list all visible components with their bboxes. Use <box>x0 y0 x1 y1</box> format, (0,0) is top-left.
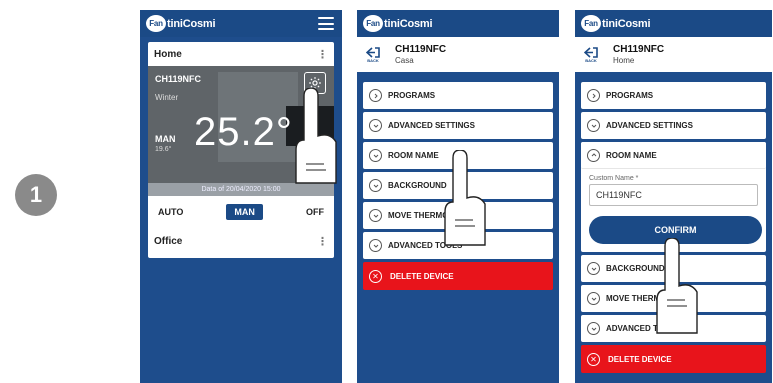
room-name-item[interactable]: ROOM NAME <box>581 142 766 169</box>
chevron-up-icon <box>587 148 600 162</box>
settings-list: PROGRAMS ADVANCED SETTINGS ROOM NAME Cus… <box>581 82 766 376</box>
programs-item[interactable]: PROGRAMS <box>581 82 766 109</box>
close-icon: ✕ <box>587 352 600 366</box>
device-title: CH119NFC <box>613 44 665 55</box>
move-thermostat-item[interactable]: MOVE THERMOSTAT <box>581 285 766 312</box>
gear-icon[interactable] <box>304 72 326 94</box>
logo-badge: Fan <box>363 15 383 32</box>
device-location: Casa <box>395 56 414 65</box>
office-group-header[interactable]: Office ⋮ <box>148 229 334 253</box>
season-label: Winter <box>155 93 179 102</box>
close-icon: ✕ <box>369 269 382 283</box>
back-label: BACK <box>367 57 379 63</box>
mode-short-label: MAN <box>155 134 176 144</box>
device-title: CH119NFC <box>395 44 447 55</box>
logo-text: tiniCosmi <box>602 17 651 30</box>
advanced-settings-item[interactable]: ADVANCED SETTINGS <box>581 112 766 139</box>
mode-auto-button[interactable]: AUTO <box>158 207 183 217</box>
home-group-header[interactable]: Home ⋮ <box>148 42 334 66</box>
item-label: ADVANCED TOOLS <box>388 241 463 250</box>
button-label: DELETE DEVICE <box>608 354 672 364</box>
mode-off-button[interactable]: OFF <box>306 207 324 217</box>
logo-text: tiniCosmi <box>384 17 433 30</box>
room-name-item[interactable]: ROOM NAME <box>363 142 553 169</box>
temperature-reading: 25.2° <box>194 110 293 154</box>
item-label: MOVE THERMOSTAT <box>388 211 469 220</box>
item-label: MOVE THERMOSTAT <box>606 294 687 303</box>
move-thermostat-item[interactable]: MOVE THERMOSTAT <box>363 202 553 229</box>
hamburger-menu-icon[interactable] <box>318 17 334 30</box>
logo-text: tiniCosmi <box>167 17 216 30</box>
group-title: Office <box>154 235 183 247</box>
kebab-menu-icon[interactable]: ⋮ <box>317 235 328 248</box>
button-label: DELETE DEVICE <box>390 271 454 281</box>
item-label: BACKGROUND <box>388 181 447 190</box>
item-label: ROOM NAME <box>388 151 439 160</box>
item-label: ROOM NAME <box>606 150 657 160</box>
item-label: ADVANCED TOOLS <box>606 324 681 333</box>
delete-device-button[interactable]: ✕ DELETE DEVICE <box>363 262 553 290</box>
logo-badge: Fan <box>581 15 601 32</box>
mode-selector: AUTO MAN OFF <box>148 196 334 228</box>
chevron-right-icon <box>587 89 600 102</box>
mode-man-button[interactable]: MAN <box>226 204 263 220</box>
last-update-date: Data of 20/04/2020 15:00 <box>148 183 334 196</box>
step-number-badge: 1 <box>15 174 57 216</box>
item-label: ADVANCED SETTINGS <box>388 121 475 130</box>
chevron-down-icon <box>587 292 600 305</box>
device-location: Home <box>613 56 635 65</box>
back-button[interactable]: BACK <box>363 46 383 63</box>
screen-device-list: Fan tiniCosmi Home ⋮ CH119NFC Winter MAN… <box>140 10 342 383</box>
brand-logo: Fan tiniCosmi <box>363 15 433 32</box>
screen-device-settings: Fan tiniCosmi BACK CH119NFC Casa PROGRAM… <box>357 10 559 383</box>
brand-logo: Fan tiniCosmi <box>581 15 651 32</box>
chevron-right-icon <box>369 89 382 102</box>
item-label: PROGRAMS <box>388 91 436 100</box>
app-bar: Fan tiniCosmi <box>357 10 559 37</box>
programs-item[interactable]: PROGRAMS <box>363 82 553 109</box>
settings-list: PROGRAMS ADVANCED SETTINGS ROOM NAME BAC… <box>363 82 553 293</box>
back-button[interactable]: BACK <box>581 46 601 63</box>
back-label: BACK <box>585 57 597 63</box>
back-arrow-icon <box>366 46 380 58</box>
app-bar: Fan tiniCosmi <box>575 10 772 37</box>
chevron-down-icon <box>369 179 382 192</box>
tutorial-stage: 1 Fan tiniCosmi Home ⋮ CH119NFC Winter M… <box>0 0 773 383</box>
advanced-tools-item[interactable]: ADVANCED TOOLS <box>363 232 553 259</box>
thermostat-tile[interactable]: CH119NFC Winter MAN 19.6° 25.2° <box>148 66 334 183</box>
advanced-tools-item[interactable]: ADVANCED TOOLS <box>581 315 766 342</box>
chevron-down-icon <box>587 119 600 132</box>
delete-device-button[interactable]: ✕ DELETE DEVICE <box>581 345 766 373</box>
group-title: Home <box>154 48 182 60</box>
office-group-card[interactable]: Office ⋮ <box>148 229 334 255</box>
thermostat-name: CH119NFC <box>155 74 202 84</box>
device-header: BACK CH119NFC Casa <box>357 37 559 72</box>
setpoint-value: 19.6° <box>155 146 172 153</box>
chevron-down-icon <box>369 239 382 252</box>
chevron-down-icon <box>369 209 382 222</box>
kebab-menu-icon[interactable]: ⋮ <box>317 48 328 61</box>
home-group-card: Home ⋮ CH119NFC Winter MAN 19.6° 25.2° D… <box>148 42 334 258</box>
logo-badge: Fan <box>146 15 166 32</box>
room-name-panel: ROOM NAME Custom Name * CH119NFC CONFIRM <box>581 142 766 252</box>
device-header: BACK CH119NFC Home <box>575 37 772 72</box>
custom-name-label: Custom Name * <box>589 175 639 182</box>
chevron-down-icon <box>369 119 382 132</box>
app-bar: Fan tiniCosmi <box>140 10 342 37</box>
item-label: BACKGROUND <box>606 264 665 273</box>
back-arrow-icon <box>584 46 598 58</box>
background-item[interactable]: BACKGROUND <box>581 255 766 282</box>
chevron-down-icon <box>587 262 600 275</box>
screen-room-name-edit: Fan tiniCosmi BACK CH119NFC Home PROGRAM… <box>575 10 772 383</box>
chevron-down-icon <box>369 149 382 162</box>
advanced-settings-item[interactable]: ADVANCED SETTINGS <box>363 112 553 139</box>
custom-name-input[interactable]: CH119NFC <box>589 184 758 206</box>
chevron-down-icon <box>587 322 600 335</box>
background-item[interactable]: BACKGROUND <box>363 172 553 199</box>
brand-logo: Fan tiniCosmi <box>146 15 216 32</box>
confirm-button[interactable]: CONFIRM <box>589 216 762 244</box>
item-label: PROGRAMS <box>606 91 654 100</box>
item-label: ADVANCED SETTINGS <box>606 121 693 130</box>
